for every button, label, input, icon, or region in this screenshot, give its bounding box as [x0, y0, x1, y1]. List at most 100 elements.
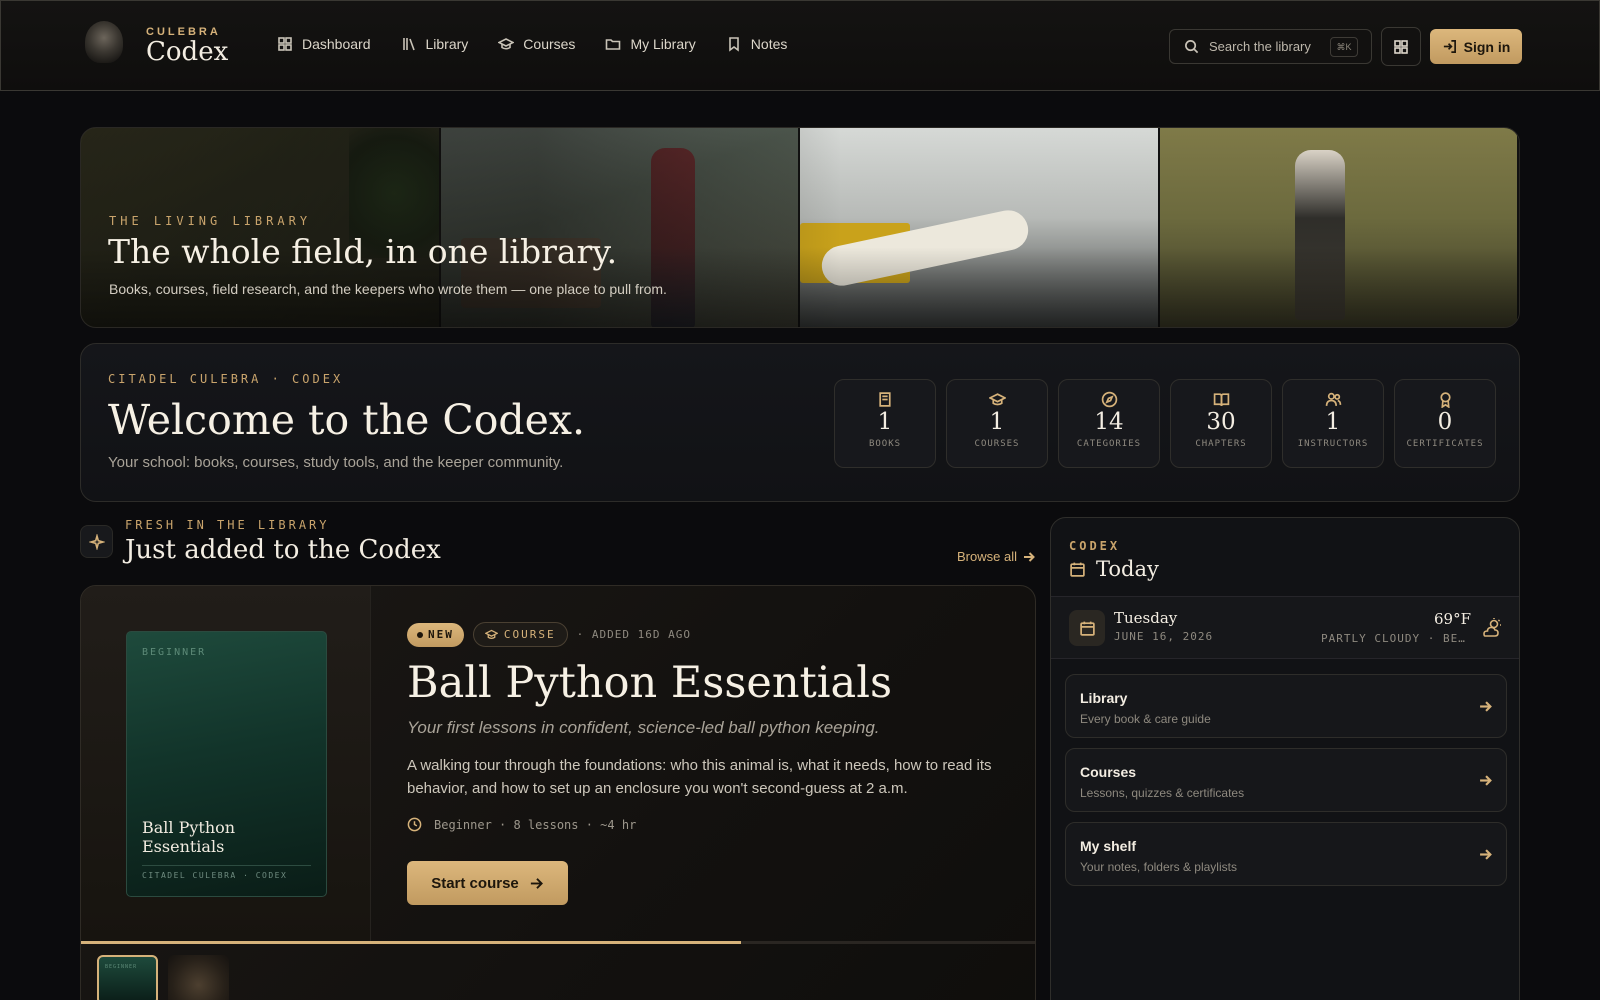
nav-library-label: Library [425, 36, 469, 52]
stat-label: BOOKS [868, 439, 902, 449]
top-navigation-bar: CULEBRA Codex Dashboard Library Courses … [0, 0, 1600, 91]
today-kicker: CODEX [1069, 539, 1121, 553]
new-badge: NEW [407, 622, 464, 647]
nav-courses[interactable]: Courses [498, 36, 575, 52]
graduation-cap-icon [498, 38, 515, 50]
nav-notes[interactable]: Notes [726, 36, 788, 52]
new-badge-label: NEW [428, 628, 454, 641]
award-icon [1439, 392, 1451, 408]
arrow-right-icon [1480, 701, 1492, 712]
arrow-right-icon [1480, 775, 1492, 786]
brand-name[interactable]: Codex [146, 37, 228, 67]
course-description: A walking tour through the foundations: … [407, 757, 992, 797]
nav-my-library-label: My Library [630, 36, 696, 52]
thumbnail-2[interactable] [168, 955, 229, 1000]
dot-icon [417, 631, 423, 638]
stat-courses[interactable]: 1 COURSES [946, 379, 1048, 468]
added-date: · ADDED 16D AGO [576, 628, 691, 641]
sparkle-badge [80, 525, 113, 558]
hero-subtitle: Books, courses, field research, and the … [109, 281, 667, 297]
search-placeholder: Search the library [1209, 39, 1311, 54]
fresh-title: Just added to the Codex [125, 535, 441, 565]
main-nav: Dashboard Library Courses My Library Not… [277, 36, 787, 52]
stat-label: CHAPTERS [1195, 439, 1247, 449]
type-badge-label: COURSE [503, 628, 556, 641]
type-badge: COURSE [472, 622, 568, 647]
users-icon [1325, 392, 1341, 406]
today-panel: CODEX Today Tuesday JUNE 16, 2026 69°F P… [1050, 517, 1520, 1000]
stat-certificates[interactable]: 0 CERTIFICATES [1394, 379, 1496, 468]
quick-link-courses[interactable]: Courses Lessons, quizzes & certificates [1065, 748, 1507, 812]
book-icon [878, 392, 891, 407]
bookmark-icon [728, 37, 739, 52]
stat-categories[interactable]: 14 CATEGORIES [1058, 379, 1160, 468]
today-date-row: Tuesday JUNE 16, 2026 69°F PARTLY CLOUDY… [1051, 596, 1519, 659]
compass-icon [1101, 391, 1117, 408]
start-course-label: Start course [431, 874, 519, 892]
graduation-cap-icon [988, 393, 1006, 406]
thumbnail-label: BEGINNER [105, 964, 138, 970]
dashboard-icon [278, 37, 292, 51]
welcome-title: Welcome to the Codex. [108, 396, 586, 444]
hero-banner: THE LIVING LIBRARY The whole field, in o… [80, 127, 1520, 328]
search-input[interactable]: Search the library ⌘K [1169, 29, 1372, 64]
thumbnail-1[interactable]: BEGINNER [97, 955, 158, 1000]
browse-all-link[interactable]: Browse all [957, 549, 1035, 564]
folder-icon [606, 39, 621, 50]
stats-row: 1 BOOKS 1 COURSES 14 CATEGORIES 30 CHAPT… [834, 379, 1496, 468]
today-day: Tuesday [1114, 609, 1178, 627]
stat-instructors[interactable]: 1 INSTRUCTORS [1282, 379, 1384, 468]
course-tagline: Your first lessons in confident, science… [407, 718, 880, 737]
nav-library[interactable]: Library [401, 36, 469, 52]
cover-panel: BEGINNER Ball Python Essentials CITADEL … [81, 586, 371, 941]
quick-link-subtitle: Lessons, quizzes & certificates [1080, 786, 1245, 800]
hero-title: The whole field, in one library. [108, 232, 618, 271]
welcome-subtitle: Your school: books, courses, study tools… [108, 454, 564, 471]
stat-chapters[interactable]: 30 CHAPTERS [1170, 379, 1272, 468]
nav-my-library[interactable]: My Library [605, 36, 696, 52]
quick-link-subtitle: Your notes, folders & playlists [1080, 860, 1237, 874]
course-title[interactable]: Ball Python Essentials [407, 658, 892, 708]
nav-dashboard[interactable]: Dashboard [277, 36, 371, 52]
weather-condition: PARTLY CLOUDY · BEL… [1321, 632, 1471, 645]
cover-level: BEGINNER [142, 647, 207, 658]
nav-dashboard-label: Dashboard [302, 36, 371, 52]
fresh-kicker: FRESH IN THE LIBRARY [125, 518, 330, 532]
stat-label: CERTIFICATES [1406, 439, 1484, 449]
nav-notes-label: Notes [750, 36, 788, 52]
course-cover[interactable]: BEGINNER Ball Python Essentials CITADEL … [126, 631, 327, 897]
search-icon [1185, 40, 1199, 54]
calendar-icon [1070, 562, 1085, 577]
stat-label: CATEGORIES [1076, 439, 1142, 449]
welcome-kicker: CITADEL CULEBRA · CODEX [108, 372, 344, 386]
badge-row: NEW COURSE · ADDED 16D AGO [407, 622, 691, 647]
sparkle-icon [88, 533, 105, 550]
stat-books[interactable]: 1 BOOKS [834, 379, 936, 468]
logo-icon[interactable] [85, 21, 123, 63]
featured-course-card: BEGINNER Ball Python Essentials CITADEL … [80, 585, 1036, 1000]
quick-link-subtitle: Every book & care guide [1080, 712, 1211, 726]
weather-temperature: 69°F [1434, 610, 1471, 628]
quick-link-title: My shelf [1080, 838, 1137, 854]
apps-grid-button[interactable] [1381, 27, 1421, 66]
clock-icon [407, 817, 422, 832]
stat-value: 1 [877, 409, 893, 435]
nav-courses-label: Courses [523, 36, 576, 52]
quick-link-title: Courses [1080, 764, 1137, 780]
arrow-right-icon [1480, 849, 1492, 860]
start-course-button[interactable]: Start course [407, 861, 568, 905]
quick-links: Library Every book & care guide Courses … [1065, 674, 1507, 886]
sign-in-button[interactable]: Sign in [1430, 29, 1522, 64]
cover-divider [142, 865, 311, 866]
course-meta: Beginner · 8 lessons · ~4 hr [407, 817, 636, 832]
cover-footer: CITADEL CULEBRA · CODEX [142, 871, 288, 880]
grid-icon [1394, 39, 1408, 54]
stat-value: 1 [1325, 409, 1341, 435]
today-title-text: Today [1096, 557, 1159, 581]
partly-cloudy-icon [1481, 617, 1503, 639]
open-book-icon [1213, 393, 1229, 406]
arrow-right-icon [530, 877, 543, 889]
course-meta-text: Beginner · 8 lessons · ~4 hr [434, 817, 637, 832]
quick-link-my-shelf[interactable]: My shelf Your notes, folders & playlists [1065, 822, 1507, 886]
quick-link-library[interactable]: Library Every book & care guide [1065, 674, 1507, 738]
